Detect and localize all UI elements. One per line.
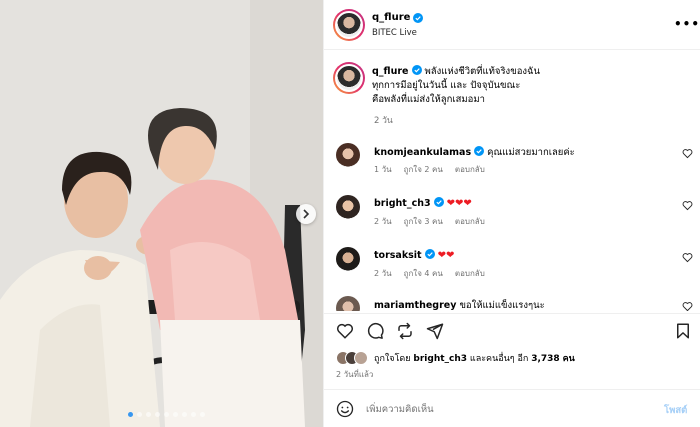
liker-avatar xyxy=(354,351,368,365)
post-location[interactable]: BITEC Live xyxy=(372,28,417,38)
verified-badge-icon xyxy=(424,249,435,259)
comment-time[interactable]: 2 วัน xyxy=(374,215,392,228)
heart-outline-icon[interactable] xyxy=(682,200,693,211)
verified-badge-icon xyxy=(413,12,424,23)
post-actions-bar xyxy=(324,313,700,347)
caption-line-1: พลังแห่งชีวิตที่แท้จริงของฉัน xyxy=(424,66,541,77)
comment-reply-button[interactable]: ตอบกลับ xyxy=(455,215,485,228)
liker-avatars xyxy=(336,351,368,365)
comments-scroll-area[interactable]: q_flure พลังแห่งชีวิตที่แท้จริงของฉัน ทุ… xyxy=(324,51,700,311)
photo-scene xyxy=(0,0,323,427)
comment-reply-button[interactable]: ตอบกลับ xyxy=(455,163,485,176)
comment-username[interactable]: knomjeankulamas xyxy=(374,147,471,158)
caption-time[interactable]: 2 วัน xyxy=(374,113,393,127)
likes-middle: และคนอื่นๆ อีก xyxy=(469,354,529,364)
heart-outline-icon[interactable] xyxy=(682,301,693,311)
comment-text-row: mariamthegrey ขอให้แม่แข็งแรงๆนะ xyxy=(374,298,545,311)
comment-like-count[interactable]: ถูกใจ 4 คน xyxy=(404,267,443,280)
comment-meta: 2 วัน ถูกใจ 4 คน ตอบกลับ xyxy=(374,267,485,280)
carousel-dot xyxy=(173,412,178,417)
comment-body: ขอให้แม่แข็งแรงๆนะ xyxy=(459,300,545,311)
likes-summary[interactable]: ถูกใจโดย bright_ch3 และคนอื่นๆ อีก 3,738… xyxy=(336,350,575,366)
likes-text: ถูกใจโดย bright_ch3 และคนอื่นๆ อีก 3,738… xyxy=(374,351,575,365)
commenter-avatar[interactable] xyxy=(336,143,360,167)
carousel-dot xyxy=(200,412,205,417)
carousel-dots xyxy=(128,412,205,417)
caption: q_flure พลังแห่งชีวิตที่แท้จริงของฉัน ทุ… xyxy=(372,65,692,107)
verified-badge-icon xyxy=(433,197,444,207)
chevron-right-icon xyxy=(303,209,310,219)
author-username[interactable]: q_flure xyxy=(372,12,410,23)
carousel-dot xyxy=(164,412,169,417)
share-send-icon[interactable] xyxy=(426,322,444,340)
carousel-dot xyxy=(146,412,151,417)
comment-item: mariamthegrey ขอให้แม่แข็งแรงๆนะ xyxy=(324,294,700,311)
commenter-avatar[interactable] xyxy=(336,296,360,311)
comment-bubble-icon[interactable] xyxy=(366,322,384,340)
caption-author-avatar[interactable] xyxy=(333,62,365,94)
heart-outline-icon[interactable] xyxy=(682,252,693,263)
likes-count[interactable]: 3,738 xyxy=(531,354,559,364)
caption-line-3: คือพลังที่แม่ส่งให้ลูกเสมอมา xyxy=(372,94,485,105)
carousel-dot xyxy=(128,412,133,417)
carousel-dot xyxy=(182,412,187,417)
comment-body: คุณแม่สวยมากเลยค่ะ xyxy=(487,147,575,158)
comment-username[interactable]: torsaksit xyxy=(374,250,422,261)
comment-item: torsaksit ❤❤ 2 วัน ถูกใจ 4 คน ตอบกลับ xyxy=(324,243,700,293)
comment-like-count[interactable]: ถูกใจ 2 คน xyxy=(404,163,443,176)
comment-username[interactable]: bright_ch3 xyxy=(374,198,431,209)
comment-username[interactable]: mariamthegrey xyxy=(374,300,456,311)
comment-time[interactable]: 2 วัน xyxy=(374,267,392,280)
comment-body: ❤❤❤ xyxy=(446,198,472,209)
verified-badge-icon xyxy=(411,65,422,75)
caption-username[interactable]: q_flure xyxy=(372,66,408,77)
comment-meta: 2 วัน ถูกใจ 3 คน ตอบกลับ xyxy=(374,215,485,228)
comment-meta: 1 วัน ถูกใจ 2 คน ตอบกลับ xyxy=(374,163,485,176)
more-horizontal-icon[interactable]: ••• xyxy=(674,17,700,31)
commenter-avatar[interactable] xyxy=(336,195,360,219)
comment-like-count[interactable]: ถูกใจ 3 คน xyxy=(404,215,443,228)
likes-prefix: ถูกใจโดย xyxy=(374,354,411,364)
likes-user[interactable]: bright_ch3 xyxy=(413,354,467,364)
next-slide-button[interactable] xyxy=(296,204,316,224)
comment-input[interactable] xyxy=(366,400,636,418)
comment-body: ❤❤ xyxy=(437,250,455,261)
post-header: q_flure BITEC Live ••• xyxy=(324,0,700,50)
add-comment-bar: โพสต์ xyxy=(324,389,700,427)
comment-item: bright_ch3 ❤❤❤ 2 วัน ถูกใจ 3 คน ตอบกลับ xyxy=(324,191,700,241)
comment-time[interactable]: 1 วัน xyxy=(374,163,392,176)
emoji-smiley-icon[interactable] xyxy=(336,400,354,418)
commenter-avatar[interactable] xyxy=(336,247,360,271)
comment-item: knomjeankulamas คุณแม่สวยมากเลยค่ะ 1 วัน … xyxy=(324,139,700,189)
post-photo[interactable] xyxy=(0,0,323,427)
likes-suffix: คน xyxy=(562,354,575,364)
comment-text-row: bright_ch3 ❤❤❤ xyxy=(374,197,472,209)
comment-text-row: torsaksit ❤❤ xyxy=(374,249,454,261)
carousel-dot xyxy=(137,412,142,417)
heart-outline-icon[interactable] xyxy=(682,148,693,159)
comment-reply-button[interactable]: ตอบกลับ xyxy=(455,267,485,280)
author-username-row: q_flure xyxy=(372,12,424,23)
comment-text-row: knomjeankulamas คุณแม่สวยมากเลยค่ะ xyxy=(374,145,575,160)
bookmark-save-icon[interactable] xyxy=(674,322,692,340)
caption-line-2: ทุกการมีอยู่ในวันนี้ และ ปัจจุบันขณะ xyxy=(372,80,521,91)
post-side-panel: q_flure BITEC Live ••• q_flure พลังแห่งช… xyxy=(323,0,700,427)
verified-badge-icon xyxy=(474,146,485,156)
post-timestamp[interactable]: 2 วันที่แล้ว xyxy=(336,368,373,381)
carousel-dot xyxy=(191,412,196,417)
like-heart-icon[interactable] xyxy=(336,322,354,340)
post-comment-button[interactable]: โพสต์ xyxy=(664,403,687,418)
carousel-dot xyxy=(155,412,160,417)
repost-icon[interactable] xyxy=(396,322,414,340)
author-avatar[interactable] xyxy=(333,9,365,41)
